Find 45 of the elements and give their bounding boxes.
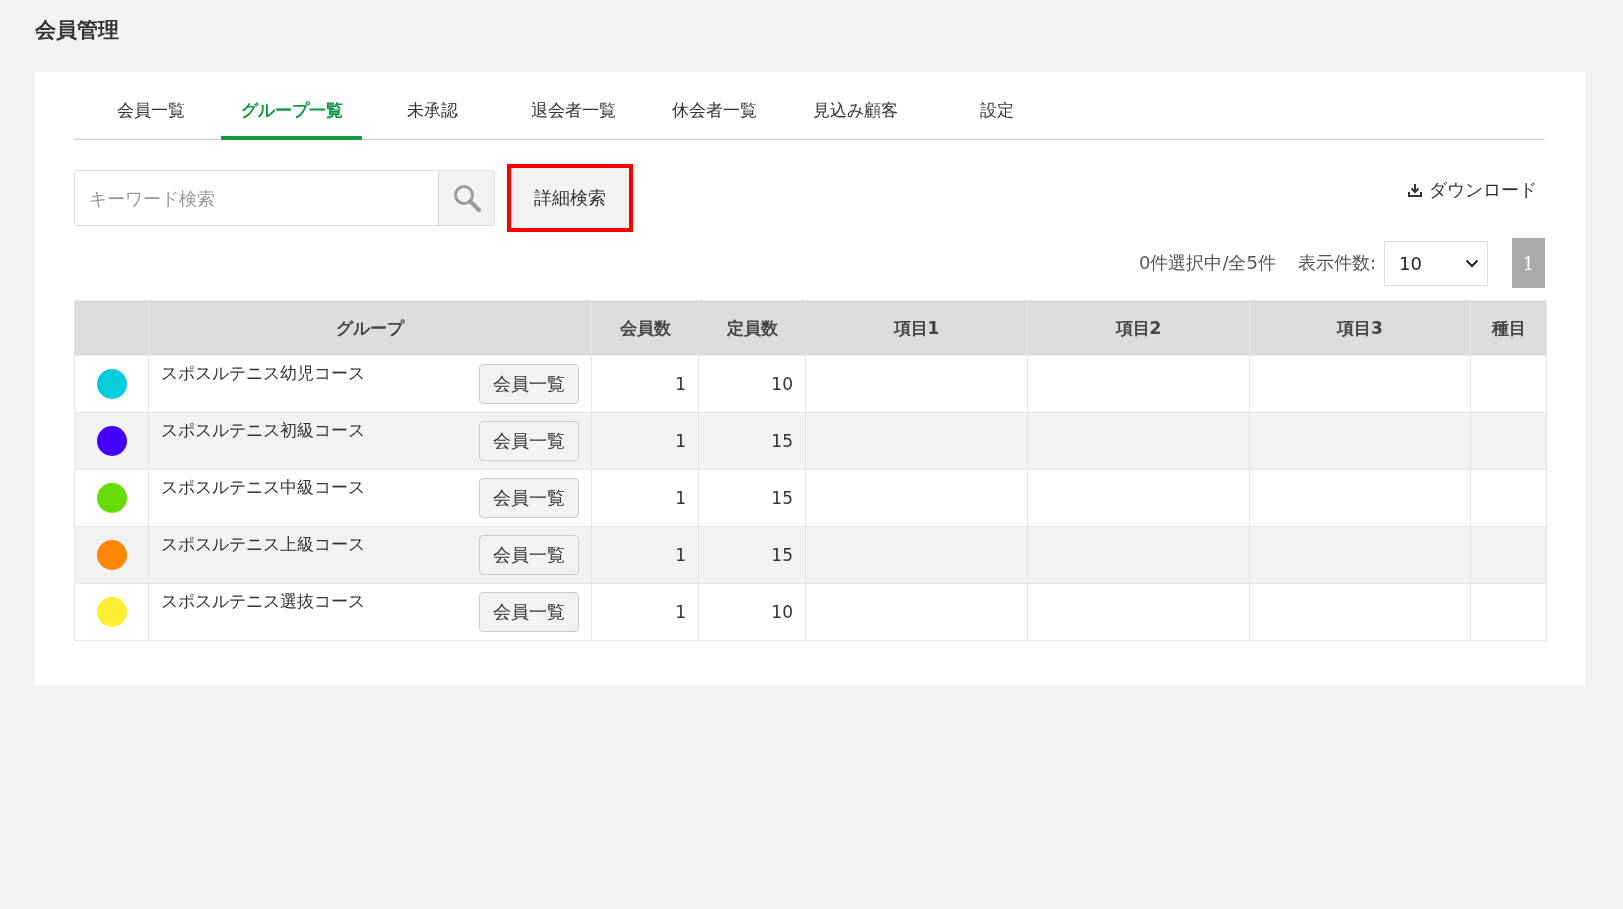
group-name: スポスルテニス幼児コース bbox=[161, 362, 365, 385]
page-size-select[interactable]: 10 bbox=[1384, 240, 1488, 286]
group-name: スポスルテニス初級コース bbox=[161, 419, 365, 442]
table-cell: 10 bbox=[698, 583, 806, 641]
column-header: 項目1 bbox=[805, 300, 1028, 356]
column-header: グループ bbox=[148, 300, 592, 356]
column-header: 種目 bbox=[1470, 300, 1547, 356]
page-title: 会員管理 bbox=[35, 17, 120, 44]
search-button[interactable] bbox=[439, 170, 495, 226]
selection-count: 0件選択中/全5件 bbox=[1138, 251, 1276, 275]
table-cell: 1 bbox=[591, 526, 699, 584]
group-name: スポスルテニス上級コース bbox=[161, 533, 365, 556]
table-cell: 1 bbox=[591, 583, 699, 641]
tab[interactable]: 設定 bbox=[926, 84, 1067, 140]
column-header: 会員数 bbox=[591, 300, 699, 356]
column-header: 項目2 bbox=[1027, 300, 1250, 356]
group-name: スポスルテニス選抜コース bbox=[161, 590, 365, 613]
table-cell: 1 bbox=[591, 355, 699, 413]
table-cell: 15 bbox=[698, 469, 806, 527]
member-list-button[interactable]: 会員一覧 bbox=[479, 592, 579, 632]
chevron-down-icon bbox=[1465, 258, 1479, 268]
tab[interactable]: 未承認 bbox=[362, 84, 503, 140]
table-cell: 1 bbox=[591, 412, 699, 470]
column-header: 定員数 bbox=[698, 300, 806, 356]
search-icon bbox=[451, 183, 482, 213]
member-list-button[interactable]: 会員一覧 bbox=[479, 535, 579, 575]
tab[interactable]: 退会者一覧 bbox=[503, 84, 644, 140]
table-cell: 10 bbox=[698, 355, 806, 413]
table-cell: 1 bbox=[591, 469, 699, 527]
search-field[interactable]: キーワード検索 bbox=[74, 170, 439, 226]
tab[interactable]: 休会者一覧 bbox=[644, 84, 785, 140]
member-list-button[interactable]: 会員一覧 bbox=[479, 478, 579, 518]
page-size-label: 表示件数: bbox=[1297, 251, 1376, 275]
member-list-button[interactable]: 会員一覧 bbox=[479, 421, 579, 461]
tab[interactable]: 見込み顧客 bbox=[785, 84, 926, 140]
table-cell: 15 bbox=[698, 412, 806, 470]
member-list-button[interactable]: 会員一覧 bbox=[479, 364, 579, 404]
advanced-search-button[interactable]: 詳細検索 bbox=[507, 164, 633, 232]
tab[interactable]: 会員一覧 bbox=[80, 84, 221, 140]
column-header: 項目3 bbox=[1249, 300, 1471, 356]
group-name: スポスルテニス中級コース bbox=[161, 476, 365, 499]
download-icon bbox=[1407, 182, 1423, 198]
download-link[interactable]: ダウンロード bbox=[1407, 178, 1537, 202]
tab[interactable]: グループ一覧 bbox=[221, 84, 362, 140]
table-cell: 15 bbox=[698, 526, 806, 584]
